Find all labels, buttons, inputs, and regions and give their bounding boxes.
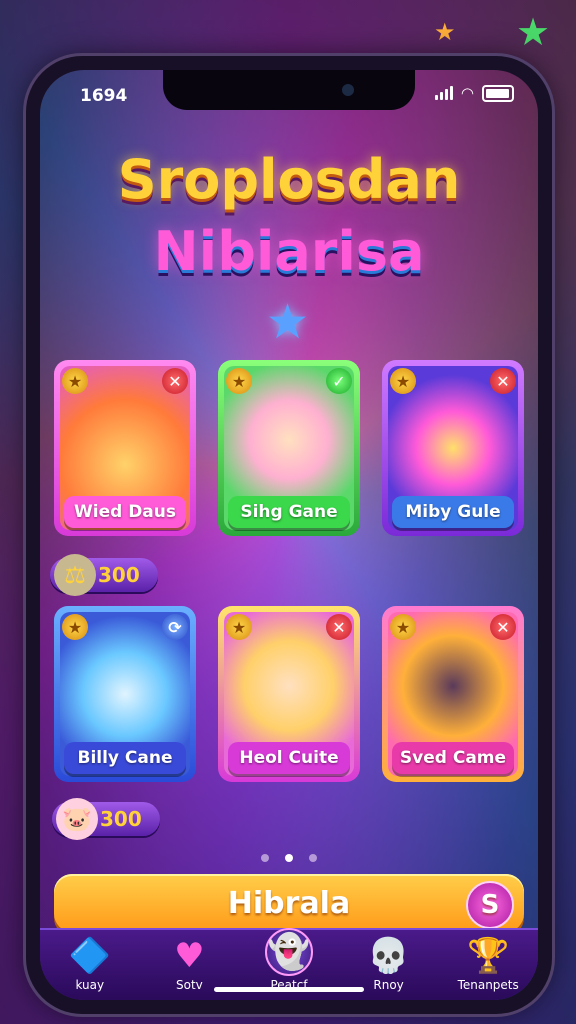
app-screen: 1694 ◠ Sroplosdan Nibiarisa ★ ★ ✕ Wied D… [40, 70, 538, 1000]
game-card[interactable]: ★ ✕ Sved Came [382, 606, 524, 782]
tab-peatcf[interactable]: 👻 Peatcf [244, 928, 334, 992]
game-card[interactable]: ★ ✓ Sihg Gane [218, 360, 360, 536]
game-card-label: Miby Gule [392, 496, 514, 528]
page-dot[interactable] [261, 854, 269, 862]
star-badge-icon: ★ [62, 368, 88, 394]
star-icon: ★ [516, 10, 551, 54]
game-card-label: Sihg Gane [228, 496, 350, 528]
tab-label: Tenanpets [457, 978, 519, 992]
skull-icon: 💀 [367, 936, 410, 976]
coin-counter-value: 300 [98, 563, 140, 587]
tab-rnoy[interactable]: 💀 Rnoy [344, 936, 434, 992]
tab-kuay[interactable]: 🔷 kuay [45, 936, 135, 992]
star-badge-icon: ★ [62, 614, 88, 640]
trophy-icon: 🏆 [467, 936, 510, 976]
game-card-label: Wied Daus [64, 496, 186, 528]
game-title-line2: Nibiarisa [153, 220, 425, 283]
page-indicator[interactable] [40, 854, 538, 862]
status-icons: ◠ [434, 84, 514, 102]
close-icon[interactable]: ✕ [326, 614, 352, 640]
close-icon[interactable]: ✕ [490, 614, 516, 640]
tab-sotv[interactable]: ♥ Sotv [144, 936, 234, 992]
play-button[interactable]: Hibrala S [54, 874, 524, 932]
signal-icon [434, 86, 453, 100]
game-card[interactable]: ★ ✕ Wied Daus [54, 360, 196, 536]
dumbbell-icon: ⚖ [54, 554, 96, 596]
game-card-label: Heol Cuite [228, 742, 350, 774]
status-time: 1694 [80, 86, 128, 106]
play-button-label: Hibrala [227, 885, 351, 921]
home-indicator[interactable] [214, 987, 364, 992]
page-dot-active[interactable] [285, 854, 293, 862]
battery-icon [482, 84, 514, 102]
star-badge-icon: ★ [390, 368, 416, 394]
coin-counter-value: 300 [100, 807, 142, 831]
tab-label: Sotv [176, 978, 203, 992]
shapes-icon: 🔷 [68, 936, 111, 976]
star-icon: ★ [266, 294, 310, 350]
tab-label: kuay [75, 978, 105, 992]
check-icon[interactable]: ✓ [326, 368, 352, 394]
tab-label: Rnoy [373, 978, 404, 992]
star-badge-icon: ★ [226, 614, 252, 640]
phone-frame: 1694 ◠ Sroplosdan Nibiarisa ★ ★ ✕ Wied D… [26, 56, 552, 1014]
heart-icon: ♥ [174, 936, 205, 976]
coin-icon: S [466, 881, 514, 929]
game-card[interactable]: ★ ⟳ Billy Cane [54, 606, 196, 782]
piggy-icon: 🐷 [56, 798, 98, 840]
page-dot[interactable] [309, 854, 317, 862]
game-card-label: Billy Cane [64, 742, 186, 774]
star-badge-icon: ★ [226, 368, 252, 394]
swap-icon[interactable]: ⟳ [162, 614, 188, 640]
close-icon[interactable]: ✕ [162, 368, 188, 394]
coin-counter: 🐷 300 [52, 798, 160, 840]
star-badge-icon: ★ [390, 614, 416, 640]
game-card-label: Sved Came [392, 742, 514, 774]
star-icon: ★ [434, 18, 456, 46]
dynamic-island [163, 70, 415, 110]
game-title-line1: Sroplosdan [117, 148, 461, 211]
coin-counter: ⚖ 300 [50, 554, 158, 596]
game-card[interactable]: ★ ✕ Miby Gule [382, 360, 524, 536]
close-icon[interactable]: ✕ [490, 368, 516, 394]
ghost-icon: 👻 [264, 928, 313, 976]
tab-tenanpets[interactable]: 🏆 Tenanpets [443, 936, 533, 992]
wifi-icon: ◠ [460, 84, 474, 102]
camera [342, 84, 354, 96]
game-card[interactable]: ★ ✕ Heol Cuite [218, 606, 360, 782]
